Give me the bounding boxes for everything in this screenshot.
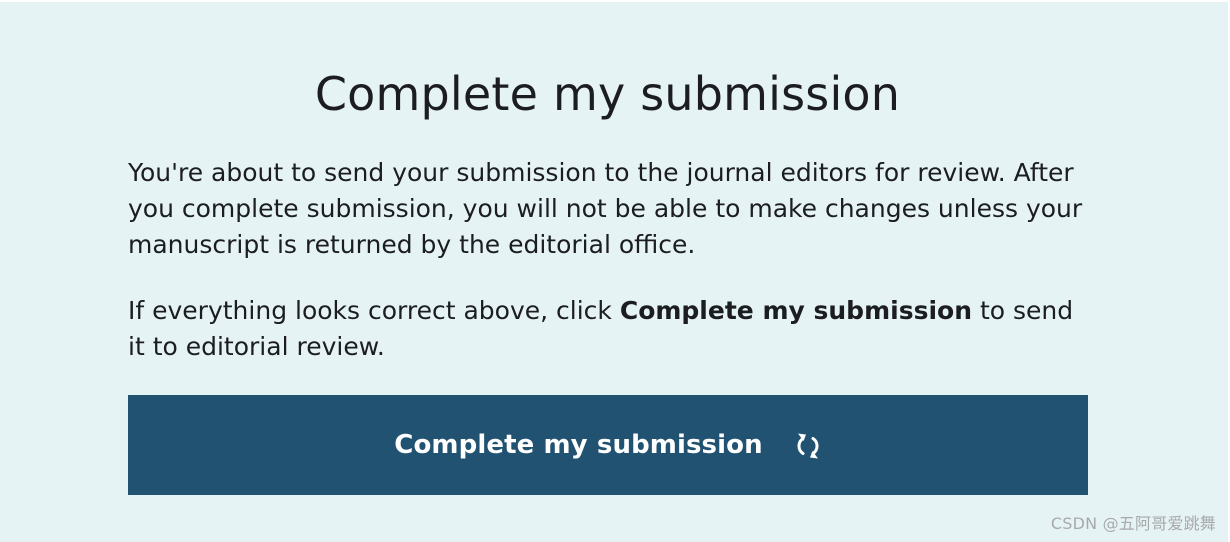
review-notice-paragraph: You're about to send your submission to …: [128, 158, 1083, 259]
watermark: CSDN @五阿哥爱跳舞: [1050, 514, 1216, 533]
complete-submission-button[interactable]: Complete my submission: [128, 395, 1088, 495]
submission-panel: Complete my submission You're about to s…: [0, 2, 1228, 542]
refresh-icon: [794, 431, 822, 461]
page-title: Complete my submission: [314, 67, 901, 121]
instruction-prefix: If everything looks correct above, click: [128, 296, 620, 325]
instruction-paragraph: If everything looks correct above, click…: [128, 293, 1088, 365]
instruction-bold-action: Complete my submission: [619, 296, 972, 325]
complete-submission-label: Complete my submission: [394, 430, 763, 460]
